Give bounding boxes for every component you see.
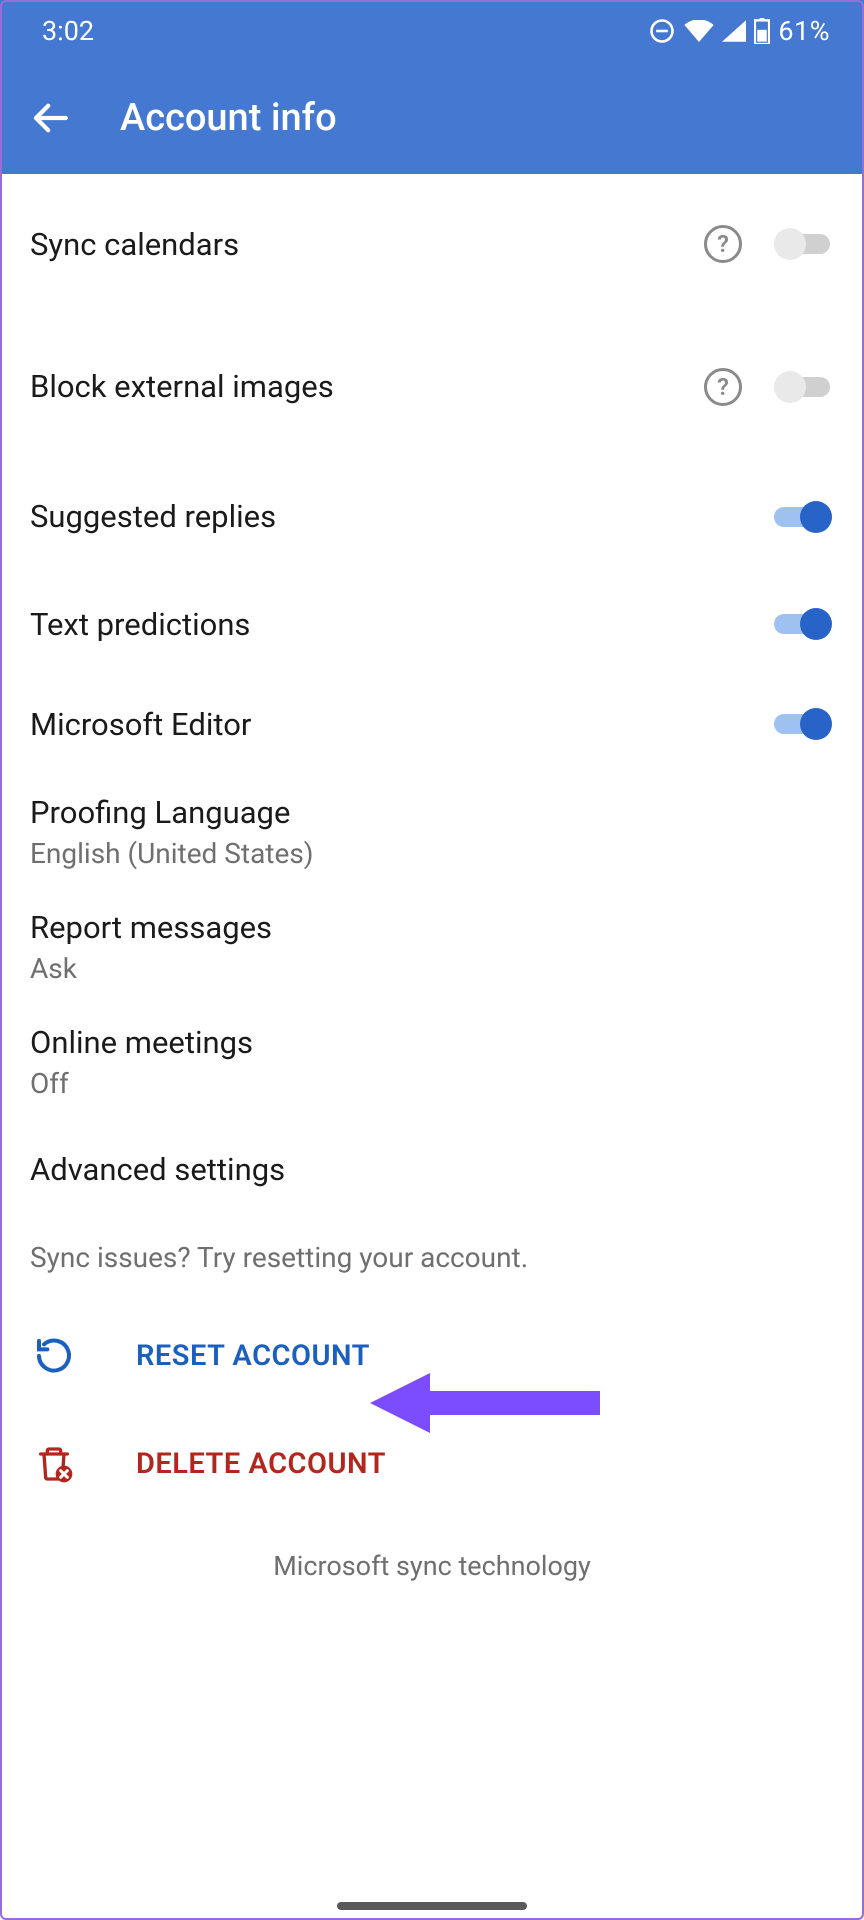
label-block-external-images: Block external images [30, 368, 334, 405]
back-button[interactable] [28, 96, 72, 140]
value-report-messages: Ask [30, 952, 272, 985]
label-text-predictions: Text predictions [30, 606, 250, 643]
help-icon[interactable]: ? [704, 368, 742, 406]
label-sync-calendars: Sync calendars [30, 226, 239, 263]
row-online-meetings[interactable]: Online meetings Off [30, 1004, 834, 1119]
label-microsoft-editor: Microsoft Editor [30, 706, 251, 743]
status-bar: 3:02 61% [0, 0, 864, 62]
app-bar: Account info [0, 62, 864, 174]
label-proofing-language: Proofing Language [30, 794, 314, 831]
toggle-microsoft-editor[interactable] [770, 704, 834, 744]
wifi-icon [684, 20, 714, 42]
label-report-messages: Report messages [30, 909, 272, 946]
battery-percent: 61% [778, 15, 830, 47]
toggle-text-predictions[interactable] [770, 604, 834, 644]
toggle-suggested-replies[interactable] [770, 497, 834, 537]
battery-icon [754, 18, 770, 44]
row-proofing-language[interactable]: Proofing Language English (United States… [30, 774, 834, 889]
toggle-block-external-images[interactable] [770, 367, 834, 407]
row-text-predictions[interactable]: Text predictions [30, 574, 834, 674]
value-online-meetings: Off [30, 1067, 253, 1100]
status-time: 3:02 [42, 15, 94, 47]
nav-handle[interactable] [337, 1902, 527, 1910]
toggle-sync-calendars[interactable] [770, 224, 834, 264]
row-microsoft-editor[interactable]: Microsoft Editor [30, 674, 834, 774]
signal-icon [722, 20, 746, 42]
label-online-meetings: Online meetings [30, 1024, 253, 1061]
page-title: Account info [120, 96, 337, 140]
dnd-icon [648, 17, 676, 45]
row-report-messages[interactable]: Report messages Ask [30, 889, 834, 1004]
label-suggested-replies: Suggested replies [30, 498, 276, 535]
delete-account-button[interactable]: DELETE ACCOUNT [30, 1410, 834, 1518]
value-proofing-language: English (United States) [30, 837, 314, 870]
help-icon[interactable]: ? [704, 225, 742, 263]
reset-account-button[interactable]: RESET ACCOUNT [30, 1302, 834, 1410]
row-block-external-images[interactable]: Block external images ? [30, 314, 834, 459]
status-right: 61% [648, 15, 830, 47]
reset-account-label: RESET ACCOUNT [136, 1339, 370, 1373]
sync-hint: Sync issues? Try resetting your account. [30, 1219, 834, 1302]
trash-icon [34, 1444, 74, 1484]
row-suggested-replies[interactable]: Suggested replies [30, 459, 834, 574]
reset-icon [34, 1336, 74, 1376]
label-advanced-settings: Advanced settings [30, 1151, 285, 1188]
row-sync-calendars[interactable]: Sync calendars ? [30, 174, 834, 314]
row-advanced-settings[interactable]: Advanced settings [30, 1119, 834, 1219]
footer-text: Microsoft sync technology [30, 1518, 834, 1602]
delete-account-label: DELETE ACCOUNT [136, 1447, 386, 1481]
